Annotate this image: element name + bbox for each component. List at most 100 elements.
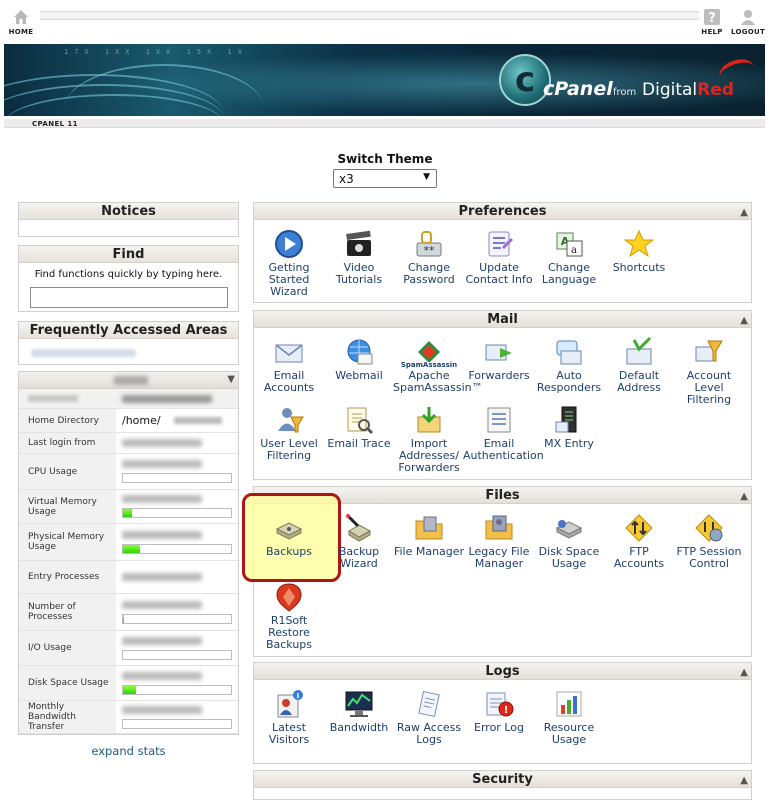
stats-row: I/O Usage <box>19 631 238 666</box>
find-input[interactable] <box>29 287 228 308</box>
mail-item[interactable]: User Level Filtering <box>253 405 325 462</box>
files-item[interactable]: Backups <box>253 513 325 558</box>
theme-select[interactable]: x3 ▼ <box>333 169 437 188</box>
collapse-icon[interactable]: ▲ <box>740 664 748 681</box>
top-nav-rule <box>40 11 699 20</box>
logs-item[interactable]: Resource Usage <box>533 689 605 746</box>
files-item[interactable]: FTP Session Control <box>673 513 745 570</box>
files-item[interactable]: File Manager <box>393 513 465 558</box>
contact-icon <box>488 231 513 257</box>
banner-cable <box>64 64 264 116</box>
collapse-icon[interactable]: ▲ <box>740 488 748 505</box>
expand-stats-link[interactable]: expand stats <box>18 744 239 758</box>
user-icon <box>741 10 755 25</box>
version-bar: CPANEL 11 <box>4 116 765 140</box>
item-label: Change Language <box>541 261 597 286</box>
folder-icon <box>415 516 443 540</box>
stats-value <box>116 433 238 453</box>
collapse-icon[interactable]: ▲ <box>740 204 748 221</box>
svg-text:?: ? <box>708 11 716 26</box>
collapse-icon[interactable]: ▼ <box>227 374 235 385</box>
item-label: Latest Visitors <box>268 721 310 746</box>
mail-item[interactable]: Forwarders <box>463 337 535 382</box>
item-label: Shortcuts <box>612 261 666 274</box>
collapse-icon[interactable]: ▲ <box>740 772 748 789</box>
help-button[interactable]: ? HELP <box>692 8 732 36</box>
preferences-item[interactable]: Aa Change Language <box>533 229 605 286</box>
stats-label: Number of Processes <box>19 594 116 630</box>
mail-item[interactable]: Account Level Filtering <box>673 337 745 406</box>
files-item[interactable]: Backup Wizard <box>323 513 395 570</box>
mail-item[interactable]: MX Entry <box>533 405 605 450</box>
logs-item[interactable]: Bandwidth <box>323 689 395 734</box>
files-item[interactable]: R1Soft Restore Backups <box>253 582 325 651</box>
mail-item[interactable]: Webmail <box>323 337 395 382</box>
files-item[interactable]: Disk Space Usage <box>533 513 605 570</box>
visitors-icon: i <box>277 690 303 718</box>
item-label: Email Authentication <box>463 437 544 462</box>
logs-item[interactable]: ! Error Log <box>463 689 535 734</box>
stats-row: Last login from <box>19 433 238 454</box>
stats-row: Entry Processes <box>19 561 238 594</box>
preferences-item[interactable]: Shortcuts <box>603 229 675 274</box>
item-label: FTP Session Control <box>676 545 742 570</box>
item-label: Legacy File Manager <box>468 545 530 570</box>
usage-bar-fill <box>123 614 125 623</box>
stats-label: I/O Usage <box>19 631 116 665</box>
collapse-icon[interactable]: ▲ <box>740 312 748 329</box>
svg-text:**: ** <box>424 244 436 257</box>
stats-label: Physical Memory Usage <box>19 524 116 560</box>
logout-button[interactable]: LOGOUT <box>728 8 768 36</box>
mail-item[interactable]: Email Trace <box>323 405 395 450</box>
forward-icon <box>485 344 512 361</box>
mail-item[interactable]: Email Authentication <box>463 405 544 462</box>
logs-item[interactable]: i Latest Visitors <box>253 689 325 746</box>
mail-item[interactable]: Auto Responders <box>533 337 605 394</box>
swoosh-icon <box>716 55 758 89</box>
user-filter-icon <box>278 408 304 433</box>
home-icon <box>14 10 28 24</box>
item-label: Email Accounts <box>263 369 315 394</box>
stats-header: ▼ <box>19 372 238 389</box>
stats-value <box>116 701 238 733</box>
ftp-icon <box>625 514 653 542</box>
preferences-item[interactable]: ** Change Password <box>393 229 465 286</box>
stats-label: Disk Space Usage <box>19 666 116 700</box>
preferences-item[interactable]: Video Tutorials <box>323 229 395 286</box>
stats-value <box>116 524 238 560</box>
stats-rows: Home Directory/home/Last login from CPU U… <box>19 409 238 734</box>
usage-bar-fill <box>123 509 132 517</box>
dropdown-arrow-icon: ▼ <box>423 172 430 182</box>
item-label: Forwarders <box>468 369 530 382</box>
mail-item[interactable]: Email Accounts <box>253 337 325 394</box>
find-title: Find <box>19 246 238 263</box>
item-label: Backup Wizard <box>338 545 380 570</box>
frequently-accessed-box: Frequently Accessed Areas <box>18 321 239 365</box>
stats-label: Entry Processes <box>19 561 116 593</box>
mail-item[interactable]: Default Address <box>603 337 675 394</box>
logs-item[interactable]: Raw Access Logs <box>393 689 465 746</box>
play-icon <box>275 230 303 258</box>
mail-item[interactable]: SpamAssassin Apache SpamAssassin™ <box>393 337 483 394</box>
star-icon <box>624 229 654 258</box>
files-item[interactable]: FTP Accounts <box>603 513 675 570</box>
faa-title: Frequently Accessed Areas <box>19 322 238 339</box>
help-icon: ? <box>704 9 720 26</box>
home-button[interactable]: HOME <box>1 8 41 36</box>
item-label: Default Address <box>617 369 661 394</box>
stats-box: ▼ Home Directory/home/Last login from CPU… <box>18 371 239 735</box>
disk-icon <box>555 520 583 539</box>
mx-icon <box>555 406 577 433</box>
notices-title: Notices <box>19 203 238 220</box>
mail-item[interactable]: Import Addresses/ Forwarders <box>393 405 465 474</box>
item-label: Raw Access Logs <box>396 721 462 746</box>
bandwidth-icon <box>345 691 373 717</box>
import-icon <box>417 407 441 433</box>
preferences-item[interactable]: Getting Started Wizard <box>253 229 325 298</box>
stats-label: Last login from <box>19 433 116 453</box>
files-item[interactable]: Legacy File Manager <box>463 513 535 570</box>
backup-icon <box>275 522 303 540</box>
faa-link-blurred[interactable] <box>31 349 136 357</box>
preferences-item[interactable]: Update Contact Info <box>463 229 535 286</box>
find-box: Find Find functions quickly by typing he… <box>18 245 239 312</box>
